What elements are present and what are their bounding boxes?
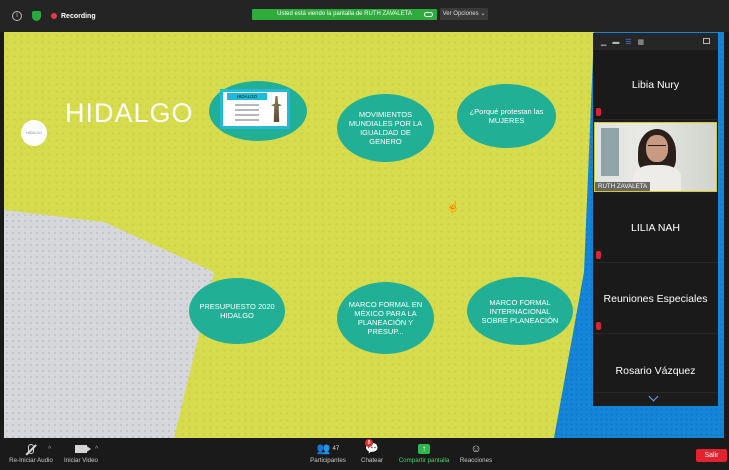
window-in-video	[601, 128, 619, 176]
participant-name: Rosario Vázquez	[615, 365, 696, 377]
meeting-toolbar: Re-Iniciar Audio ^ Iniciar Video ^ 👥 47 P…	[0, 438, 729, 470]
topic-oval-2[interactable]: ¿Porqué protestan las MUJERES	[457, 84, 556, 148]
slide-title: HIDALGO	[65, 98, 194, 128]
recording-label: Recording	[61, 12, 96, 20]
participant-tile[interactable]: Libia Nury	[593, 50, 718, 120]
topic-2-label: ¿Porqué protestan las MUJERES	[469, 107, 544, 125]
thumbnail-oval[interactable]: HIDALGO	[209, 81, 307, 141]
glasses	[648, 145, 666, 149]
topic-5-label: MARCO FORMAL INTERNACIONAL SOBRE PLANEAC…	[481, 297, 559, 325]
video-options-caret-icon[interactable]: ^	[95, 446, 98, 453]
mic-off-icon	[28, 443, 34, 454]
screen-share-banner: Usted está viendo la pantalla de RUTH ZA…	[252, 9, 437, 20]
participant-tile[interactable]: Rosario Vázquez	[593, 335, 718, 393]
chat-label: Chatear	[360, 457, 383, 464]
participants-label: Participantes	[310, 457, 346, 464]
recording-dot-icon	[51, 13, 57, 19]
reactions-button[interactable]: ☺ Reacciones	[458, 441, 494, 468]
topic-oval-5[interactable]: MARCO FORMAL INTERNACIONAL SOBRE PLANEAC…	[467, 277, 573, 345]
audio-label: Re-Iniciar Audio	[9, 457, 53, 464]
chat-unread-badge: 8	[365, 439, 373, 447]
info-icon[interactable]: i	[12, 11, 22, 21]
participant-name: Libia Nury	[631, 79, 680, 91]
gallery-header: ▁ ▬ ☰ ▦	[593, 33, 718, 50]
chat-button[interactable]: 💬 8 Chatear	[357, 439, 387, 468]
layout-icon[interactable]	[703, 38, 710, 44]
slide-logo-badge: HIDALGO	[21, 120, 47, 146]
share-screen-icon: ↑	[418, 443, 430, 454]
topic-oval-1[interactable]: MOVIMIENTOS MUNDIALES POR LA IGUALDAD DE…	[337, 94, 434, 162]
participant-name: Reuniones Especiales	[603, 293, 708, 305]
topic-3-label: PRESUPUESTO 2020 HIDALGO	[199, 302, 275, 320]
view-mode-icons[interactable]: ▁ ▬ ☰ ▦	[601, 38, 646, 46]
zoom-meeting-window: i Recording Usted está viendo la pantall…	[0, 0, 729, 470]
justice-statue-icon	[271, 96, 282, 122]
audio-options-caret-icon[interactable]: ^	[48, 446, 51, 453]
cloud-icon	[424, 12, 433, 17]
view-options-button[interactable]: Ver Opciones ⌄	[440, 8, 488, 20]
topic-oval-4[interactable]: MARCO FORMAL EN MÉXICO PARA LA PLANEACIÓ…	[337, 282, 434, 354]
leave-meeting-button[interactable]: Salir	[696, 449, 727, 462]
participants-button[interactable]: 👥 47 Participantes	[306, 441, 350, 468]
participants-count: 47	[332, 445, 340, 452]
scroll-down-chevron-icon[interactable]	[648, 391, 659, 402]
thumbnail-title: HIDALGO	[227, 93, 267, 100]
mic-muted-icon	[596, 251, 601, 259]
security-shield-icon[interactable]	[32, 11, 41, 21]
participants-icon: 👥	[316, 443, 331, 455]
participant-video-tile[interactable]: RUTH ZAVALETA	[594, 122, 717, 192]
view-options-label: Ver Opciones	[442, 11, 479, 17]
topic-1-label: MOVIMIENTOS MUNDIALES POR LA IGUALDAD DE…	[348, 110, 423, 146]
reactions-icon: ☺	[470, 442, 482, 455]
participant-tile[interactable]: LILIA NAH	[593, 193, 718, 263]
camera-off-icon	[75, 444, 91, 453]
participant-name: RUTH ZAVALETA	[595, 182, 651, 191]
remote-cursor-icon: ☝	[446, 201, 460, 213]
participant-tile[interactable]: Reuniones Especiales	[593, 264, 718, 334]
mic-muted-icon	[596, 108, 601, 116]
participant-name: LILIA NAH	[630, 222, 681, 234]
slide-thumbnail: HIDALGO	[220, 89, 290, 129]
topic-oval-3[interactable]: PRESUPUESTO 2020 HIDALGO	[189, 278, 285, 344]
participant-gallery-panel: ▁ ▬ ☰ ▦ Libia Nury RUTH ZAVALETA LILIA N…	[593, 33, 718, 406]
mic-muted-icon	[596, 322, 601, 330]
reactions-label: Reacciones	[459, 457, 493, 464]
share-screen-label: Compartir pantalla	[398, 457, 450, 464]
topic-4-label: MARCO FORMAL EN MÉXICO PARA LA PLANEACIÓ…	[348, 300, 423, 336]
video-label: Iniciar Video	[64, 457, 98, 464]
share-screen-button[interactable]: ↑ Compartir pantalla	[396, 441, 452, 468]
